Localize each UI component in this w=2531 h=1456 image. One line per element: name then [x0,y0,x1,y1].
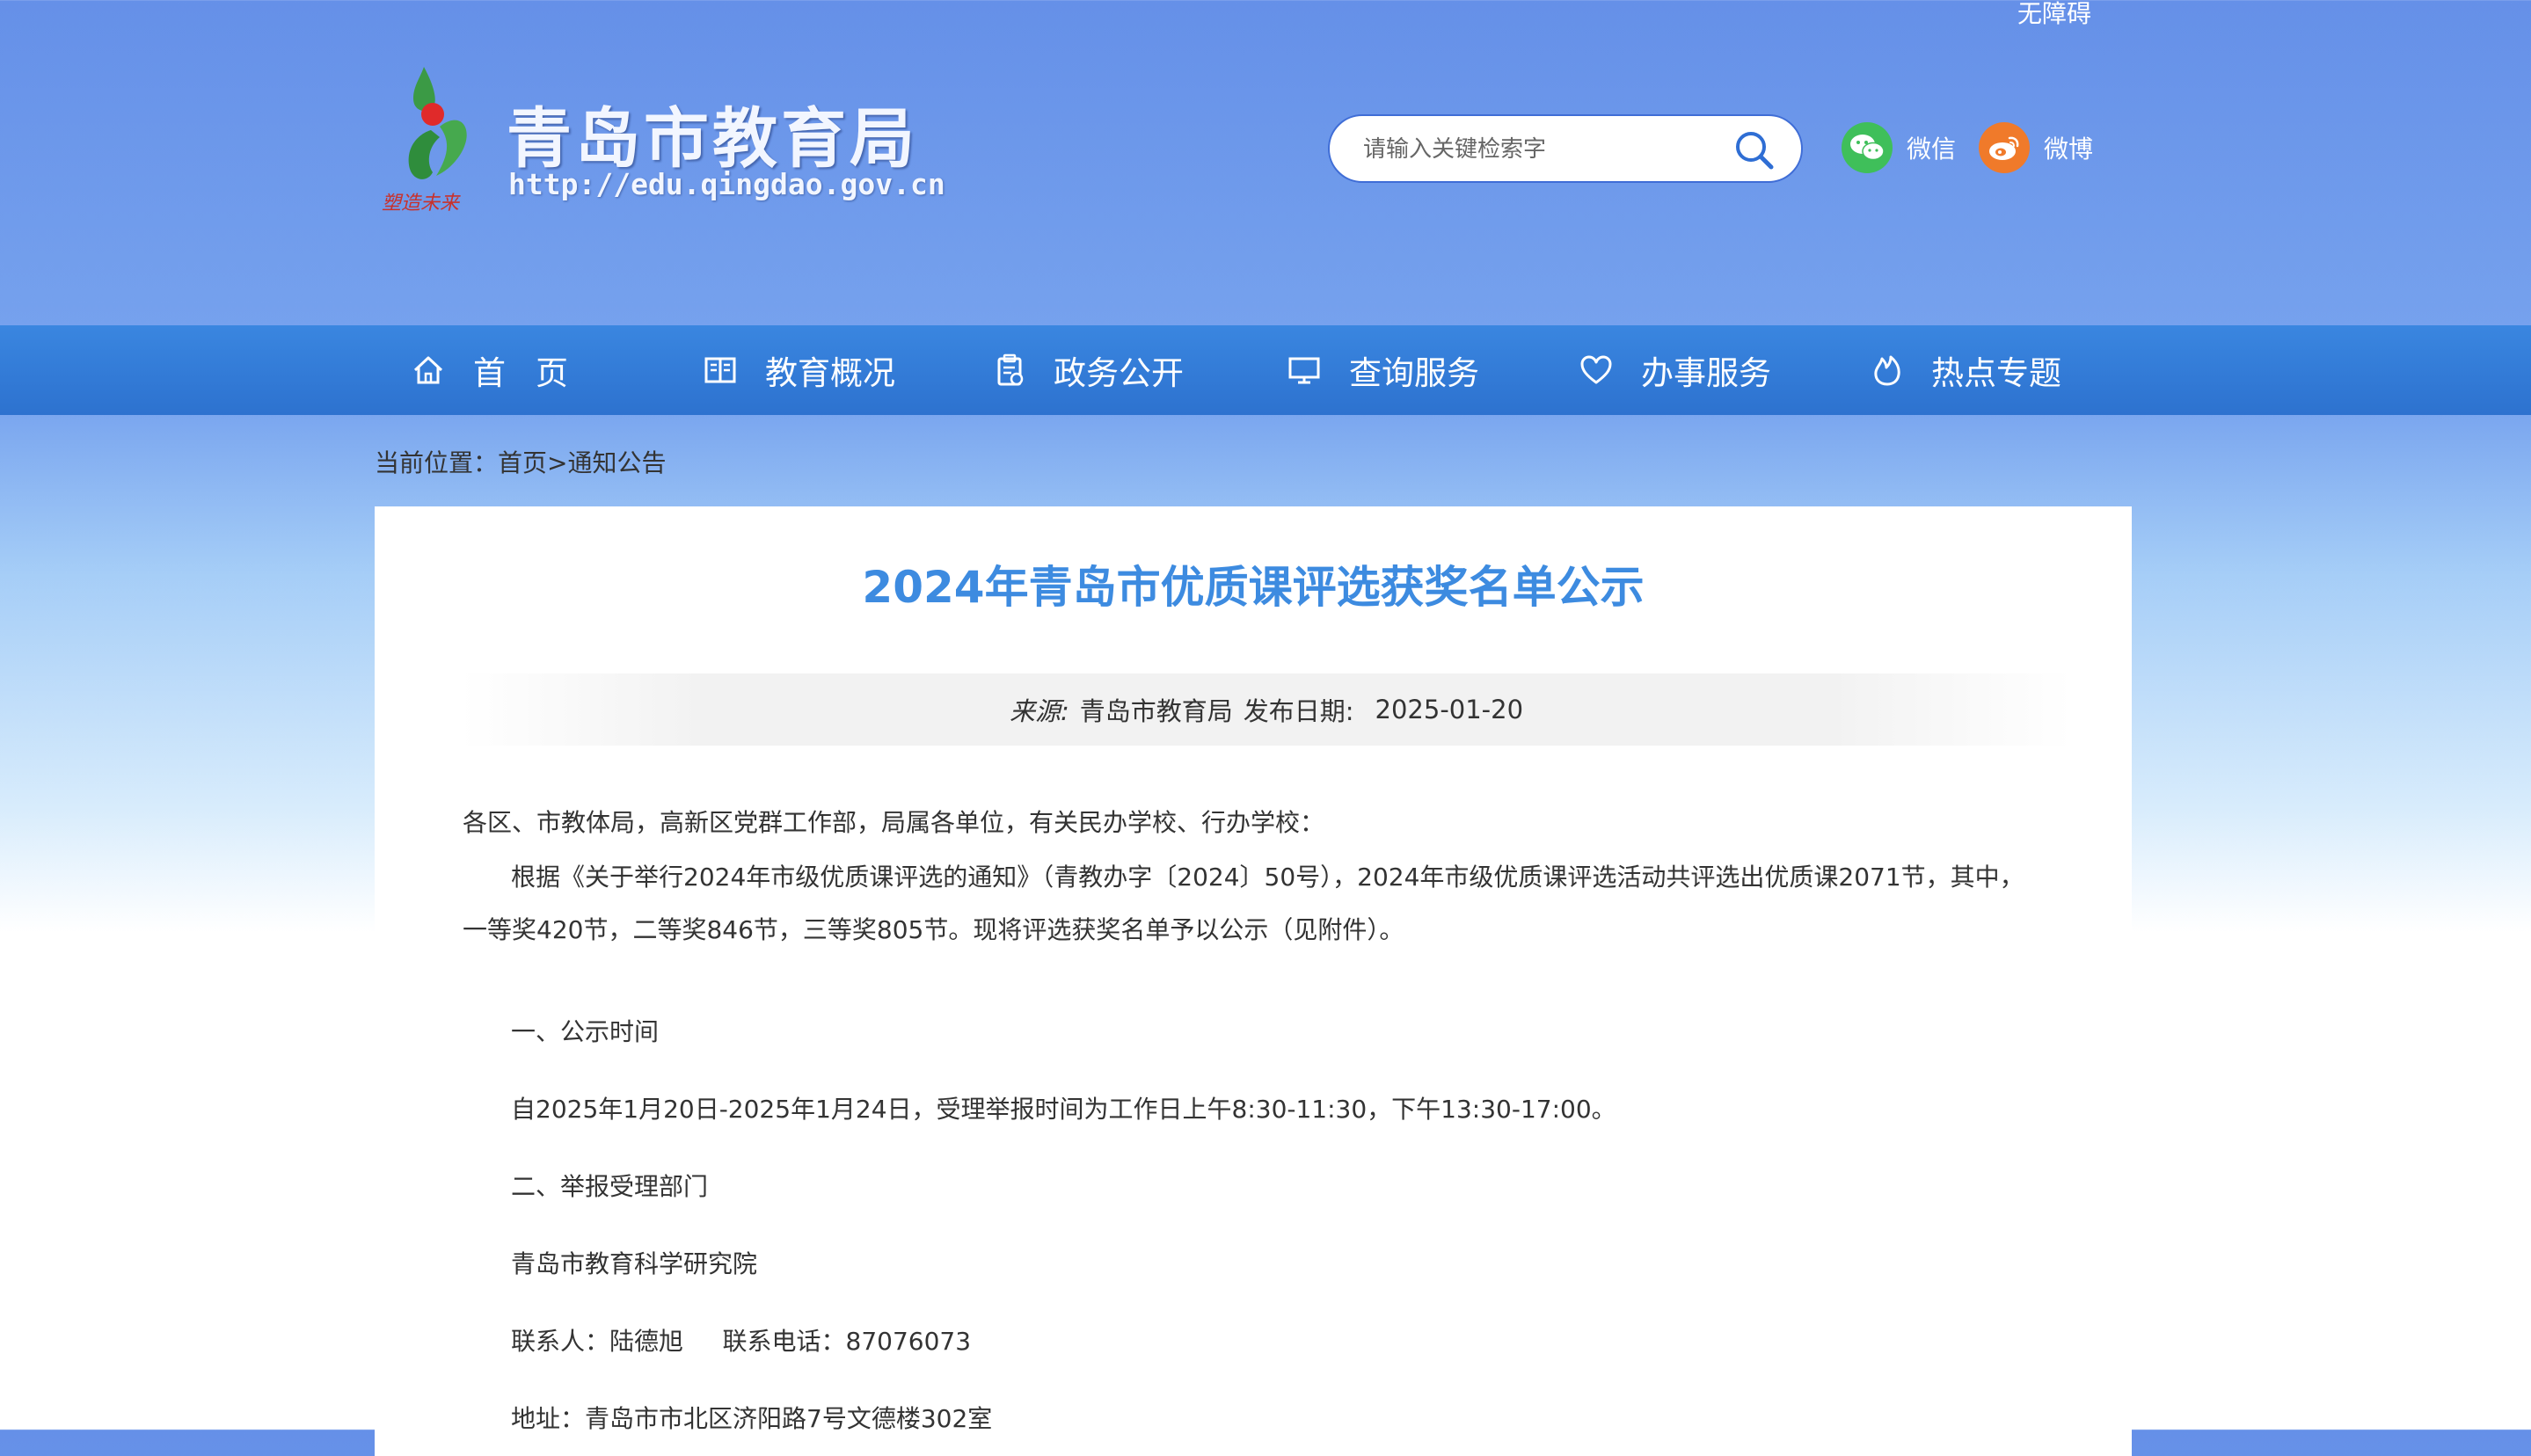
qingdao-education-emblem-icon: 塑造未来 [382,67,467,215]
nav-hot-topics[interactable]: 热点专题 [1871,325,2061,415]
article-title: 2024年青岛市优质课评选获奖名单公示 [862,562,1645,613]
main-nav: 首页 教育概况 政务公开 查询服务 办事服务 热点专题 [0,325,2531,415]
search-input[interactable] [1361,128,1717,171]
breadcrumb: 当前位置：首页>通知公告 [375,444,667,479]
nav-home-label: 首页 [473,354,598,392]
search-icon [1736,132,1774,170]
article-paragraph-intro: 根据《关于举行2024年市级优质课评选的通知》（青教办字〔2024〕50号），2… [463,863,2024,944]
article-salutation: 各区、市教体局，高新区党群工作部，局属各单位，有关民办学校、行办学校： [463,808,1325,837]
breadcrumb-current-link[interactable]: 通知公告 [568,448,667,477]
wechat-label: 微信 [1907,135,1957,164]
section-heading-report-department: 二、举报受理部门 [511,1172,709,1201]
article-paragraph-period: 自2025年1月20日-2025年1月24日，受理举报时间为工作日上午8:30-… [511,1095,1616,1124]
article-meta: 来源: 青岛市教育局 发布日期: 2025-01-20 [461,673,2072,746]
site-name: 青岛市教育局 [507,101,918,177]
wechat-icon [1842,122,1893,173]
home-icon [413,356,443,384]
nav-government-affairs[interactable]: 政务公开 [996,325,1184,415]
book-icon [704,357,736,383]
wechat-link[interactable]: 微信 [1842,121,1956,174]
source-value: 青岛市教育局 [1079,696,1233,726]
breadcrumb-prefix: 当前位置： [375,448,499,477]
nav-service-center[interactable]: 办事服务 [1579,325,1771,415]
monitor-icon [1288,357,1320,384]
date-label: 发布日期: [1243,696,1354,726]
article-paragraph-contact: 联系人：陆德旭 联系电话：87076073 [511,1327,972,1356]
svg-text:塑造未来: 塑造未来 [382,193,461,215]
article-paragraph-department: 青岛市教育科学研究院 [511,1249,758,1278]
article-paragraph-address: 地址：青岛市市北区济阳路7号文德楼302室 [511,1404,993,1433]
nav-hot-topics-label: 热点专题 [1931,354,2061,392]
nav-home[interactable]: 首页 [412,325,598,415]
flame-icon [1874,355,1900,386]
nav-service-center-label: 办事服务 [1641,354,1771,392]
accessibility-link[interactable]: 无障碍 [2017,0,2091,30]
search-button[interactable] [1732,128,1776,171]
search-box [1328,114,1803,183]
site-logo[interactable]: 塑造未来 青岛市教育局 http://edu.qingdao.gov.cn [378,60,945,218]
site-url: http://edu.qingdao.gov.cn [508,167,945,201]
nav-government-affairs-label: 政务公开 [1054,354,1184,392]
nav-education-overview-label: 教育概况 [765,354,895,392]
weibo-label: 微博 [2044,135,2094,164]
weibo-icon [1979,122,2030,173]
heart-icon [1580,355,1612,384]
weibo-link[interactable]: 微博 [1979,121,2093,174]
nav-query-services[interactable]: 查询服务 [1287,325,1479,415]
date-value: 2025-01-20 [1375,695,1524,724]
breadcrumb-home-link[interactable]: 首页 [498,448,547,477]
section-heading-publicity-period: 一、公示时间 [511,1017,660,1046]
nav-query-services-label: 查询服务 [1349,354,1479,392]
nav-education-overview[interactable]: 教育概况 [704,325,895,415]
source-label: 来源: [1009,696,1069,726]
clipboard-icon [997,353,1024,386]
breadcrumb-separator: > [547,448,568,477]
article-panel: 2024年青岛市优质课评选获奖名单公示 来源: 青岛市教育局 发布日期: 202… [375,506,2132,1456]
